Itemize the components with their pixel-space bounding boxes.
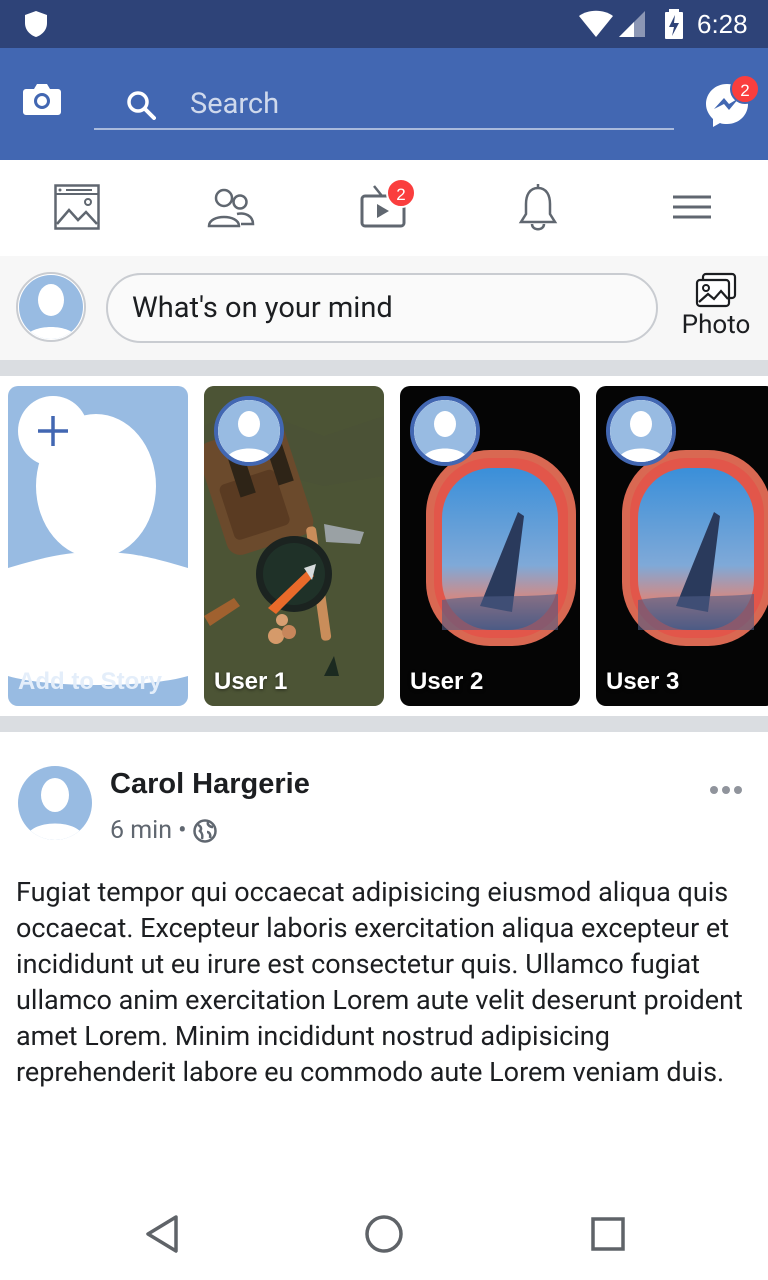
avatar[interactable] [16,272,86,342]
camera-icon[interactable] [22,82,62,116]
story-label: User 3 [606,668,680,695]
messenger-button[interactable]: 2 [704,74,760,132]
back-icon[interactable] [140,1212,184,1256]
wifi-icon [579,10,613,37]
app-header: 2 [0,48,768,160]
news-feed-icon [54,184,100,230]
default-avatar-image [414,400,476,462]
bell-icon [518,184,558,231]
story-card[interactable]: User 3 [596,386,768,706]
story-card[interactable]: User 1 [204,386,384,706]
watch-badge: 2 [386,178,416,208]
plus-icon [18,396,88,466]
photo-label: Photo [681,310,751,340]
default-avatar-image [218,400,280,462]
story-label: Add to Story [18,668,162,695]
story-label: User 2 [410,668,484,695]
post-header: Carol Hargerie 6 min • [0,732,768,862]
search-bar[interactable] [94,78,674,130]
divider [0,716,768,732]
divider [0,360,768,376]
friends-icon [207,188,255,228]
search-input[interactable] [190,84,650,124]
photo-icon [695,272,737,308]
avatar[interactable] [18,766,92,840]
status-bar: 6:28 [0,0,768,48]
tab-friends[interactable] [207,184,257,232]
status-time: 6:28 [697,9,748,39]
system-navigation-bar [0,1184,768,1280]
tab-watch[interactable]: 2 [360,178,416,232]
composer-prompt: What's on your mind [132,291,393,325]
shield-icon [25,11,47,37]
home-icon[interactable] [362,1212,406,1256]
avatar [606,396,676,466]
stories-tray: Add to Story User 1 User 2 User 3 [0,376,768,716]
story-card[interactable]: User 2 [400,386,580,706]
add-to-story-card[interactable]: Add to Story [8,386,188,706]
avatar [410,396,480,466]
post-meta: 6 min • [110,816,217,845]
post-author[interactable]: Carol Hargerie [110,768,310,801]
post-body: Fugiat tempor qui occaecat adipisicing e… [16,876,743,1088]
tab-news-feed[interactable] [54,184,104,232]
meta-separator: • [178,816,187,845]
more-options-icon[interactable] [706,780,746,800]
status-composer-input[interactable]: What's on your mind [106,273,658,343]
globe-icon [192,818,217,843]
battery-charging-icon [665,9,683,39]
story-label: User 1 [214,668,288,695]
menu-icon [673,195,711,219]
photo-button[interactable]: Photo [674,272,758,348]
messenger-badge: 2 [730,74,760,104]
post-time[interactable]: 6 min [110,816,172,845]
default-avatar-image [610,400,672,462]
tab-menu[interactable] [672,184,722,232]
composer: What's on your mind Photo [0,256,768,360]
avatar [214,396,284,466]
signal-icon [619,11,645,37]
tab-notifications[interactable] [518,184,568,232]
search-icon [127,91,156,120]
recents-icon[interactable] [586,1212,630,1256]
nav-tabs: 2 [0,160,768,256]
